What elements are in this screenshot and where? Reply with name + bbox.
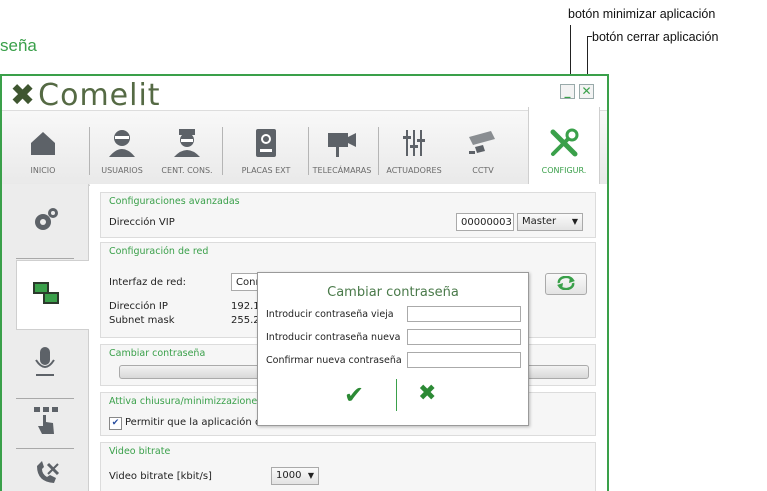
minimize-button[interactable]: _ bbox=[560, 84, 575, 99]
tab-label: ACTUADORES bbox=[386, 166, 442, 175]
chevron-down-icon: ▼ bbox=[571, 217, 578, 226]
vip-address-label: Dirección VIP bbox=[109, 217, 175, 228]
refresh-button[interactable] bbox=[545, 273, 587, 295]
dialog-title: Cambiar contraseña bbox=[327, 285, 459, 300]
main-toolbar: INICIO USUARIOS CENT. CONS. PLACAS EXT T… bbox=[2, 107, 607, 187]
close-annotation: botón cerrar aplicación bbox=[592, 30, 719, 44]
confirm-password-input[interactable] bbox=[407, 352, 521, 368]
section-title: Configuraciones avanzadas bbox=[109, 196, 240, 207]
ip-address-label: Dirección IP bbox=[109, 301, 168, 312]
role-select[interactable]: Master ▼ bbox=[517, 213, 583, 231]
sliders-icon bbox=[403, 130, 425, 156]
ip-address-value: 192.1 bbox=[231, 301, 260, 312]
phone-tools-icon bbox=[37, 461, 60, 483]
sidebar-item-network[interactable] bbox=[16, 260, 89, 330]
tab-telecamaras[interactable]: TELECÁMARAS bbox=[310, 111, 374, 185]
section-title: Cambiar contraseña bbox=[109, 348, 206, 359]
close-leader-tick bbox=[587, 36, 592, 37]
confirm-password-label: Confirmar nueva contraseña bbox=[266, 355, 402, 366]
tools-icon bbox=[550, 128, 579, 157]
video-bitrate-label: Video bitrate [kbit/s] bbox=[109, 471, 212, 482]
toolbar-divider bbox=[89, 127, 90, 175]
touch-icon bbox=[34, 407, 58, 434]
dialog-divider bbox=[396, 379, 397, 411]
sidebar-item-advanced[interactable] bbox=[16, 192, 74, 252]
cancel-button[interactable]: ✖ bbox=[418, 381, 436, 406]
close-button[interactable]: ✕ bbox=[579, 84, 594, 99]
sidebar-item-phone-settings[interactable] bbox=[16, 450, 74, 490]
minimize-leader-line bbox=[570, 25, 571, 80]
confirm-button[interactable]: ✔ bbox=[344, 381, 364, 409]
door-panel-icon bbox=[256, 129, 276, 157]
tab-actuadores[interactable]: ACTUADORES bbox=[380, 111, 448, 185]
allow-minimize-label: Permitir que la aplicación de bbox=[125, 417, 268, 428]
home-icon bbox=[31, 132, 55, 155]
tab-cctv[interactable]: CCTV bbox=[448, 111, 518, 185]
tab-inicio[interactable]: INICIO bbox=[8, 111, 78, 185]
old-password-label: Introducir contraseña vieja bbox=[266, 309, 394, 320]
tab-label: USUARIOS bbox=[101, 166, 143, 175]
sidebar-divider bbox=[16, 448, 74, 449]
toolbar-divider bbox=[378, 127, 379, 175]
camera-icon bbox=[328, 133, 356, 157]
tab-label: CENT. CONS. bbox=[161, 166, 213, 175]
section-title: Configuración de red bbox=[109, 246, 209, 257]
sidebar-item-audio[interactable] bbox=[16, 334, 74, 394]
subnet-mask-label: Subnet mask bbox=[109, 315, 175, 326]
vip-address-input[interactable]: 00000003 bbox=[456, 213, 514, 231]
tab-label: INICIO bbox=[30, 166, 56, 175]
video-bitrate-section: Video bitrate Video bitrate [kbit/s] 100… bbox=[100, 442, 596, 491]
advanced-settings-section: Configuraciones avanzadas Dirección VIP … bbox=[100, 192, 596, 238]
new-password-input[interactable] bbox=[407, 329, 521, 345]
tab-cent-cons[interactable]: CENT. CONS. bbox=[154, 111, 220, 185]
refresh-icon bbox=[557, 275, 575, 291]
section-title: Video bitrate bbox=[109, 446, 171, 457]
chevron-down-icon: ▼ bbox=[307, 471, 314, 480]
page-title: seña bbox=[0, 36, 37, 55]
tab-configur[interactable]: CONFIGUR. bbox=[528, 107, 600, 187]
sidebar-item-touch[interactable] bbox=[16, 400, 74, 446]
interface-label: Interfaz de red: bbox=[109, 277, 186, 288]
concierge-icon bbox=[174, 129, 200, 157]
video-bitrate-select[interactable]: 1000 ▼ bbox=[271, 467, 319, 485]
settings-sidebar bbox=[2, 184, 89, 491]
tab-label: PLACAS EXT bbox=[241, 166, 291, 175]
allow-minimize-checkbox[interactable]: ✔ bbox=[109, 417, 122, 430]
tab-label: CONFIGUR. bbox=[541, 166, 587, 175]
minimize-annotation: botón minimizar aplicación bbox=[568, 7, 716, 21]
network-icon bbox=[33, 282, 59, 304]
comelit-logo: ✖Comelit bbox=[10, 78, 161, 113]
tab-label: TELECÁMARAS bbox=[312, 166, 372, 175]
role-select-value: Master bbox=[522, 216, 557, 227]
cctv-icon bbox=[469, 131, 495, 154]
tab-usuarios[interactable]: USUARIOS bbox=[92, 111, 152, 185]
new-password-label: Introducir contraseña nueva bbox=[266, 332, 401, 343]
section-title: Attiva chiusura/minimizzazione a bbox=[109, 396, 267, 407]
old-password-input[interactable] bbox=[407, 306, 521, 322]
microphone-icon bbox=[35, 347, 55, 376]
tab-placas-ext[interactable]: PLACAS EXT bbox=[226, 111, 306, 185]
tab-label: CCTV bbox=[472, 166, 494, 175]
toolbar-divider bbox=[222, 127, 223, 175]
video-bitrate-value: 1000 bbox=[276, 470, 302, 481]
sidebar-divider bbox=[16, 258, 74, 259]
gears-icon bbox=[35, 208, 58, 230]
subnet-mask-value: 255.2 bbox=[231, 315, 260, 326]
toolbar-divider bbox=[308, 127, 309, 175]
user-icon bbox=[109, 130, 135, 157]
sidebar-divider bbox=[16, 398, 74, 399]
change-password-dialog: Cambiar contraseña Introducir contraseña… bbox=[257, 272, 529, 426]
